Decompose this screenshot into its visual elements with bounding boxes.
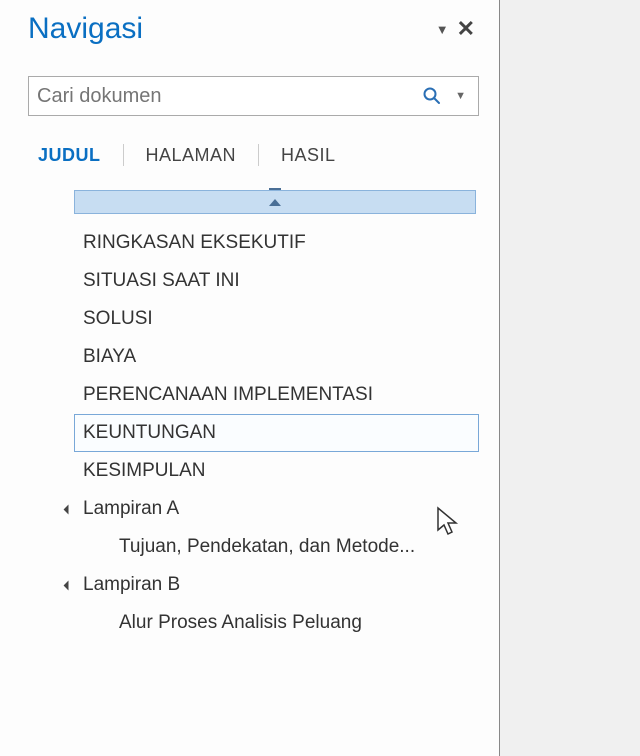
heading-label: KESIMPULAN [83, 460, 205, 482]
search-box[interactable]: ▼ [28, 76, 479, 116]
navigation-pane: Navigasi ▼ ✕ ▼ JUDUL HALAMAN HASIL RINGK… [0, 0, 500, 756]
tab-separator [258, 144, 259, 166]
tab-separator [123, 144, 124, 166]
tab-judul[interactable]: JUDUL [34, 145, 105, 166]
tab-halaman[interactable]: HALAMAN [142, 145, 241, 166]
search-icon[interactable] [421, 85, 443, 107]
pane-header: Navigasi ▼ ✕ [28, 12, 479, 46]
heading-label: SOLUSI [83, 308, 153, 330]
pane-header-controls: ▼ ✕ [436, 18, 475, 40]
heading-item[interactable]: Alur Proses Analisis Peluang [110, 604, 479, 642]
heading-label: KEUNTUNGAN [83, 422, 216, 444]
heading-item[interactable]: BIAYA [74, 338, 479, 376]
nav-tabs: JUDUL HALAMAN HASIL [28, 144, 479, 166]
headings-list: RINGKASAN EKSEKUTIF SITUASI SAAT INI SOL… [28, 190, 479, 642]
collapse-toggle[interactable] [65, 506, 83, 513]
heading-item[interactable]: Lampiran B [74, 566, 479, 604]
heading-label: BIAYA [83, 346, 136, 368]
heading-item[interactable]: Lampiran A [74, 490, 479, 528]
heading-label: SITUASI SAAT INI [83, 270, 240, 292]
heading-label: PERENCANAAN IMPLEMENTASI [83, 384, 373, 406]
heading-label: Lampiran A [83, 498, 179, 520]
heading-item-selected[interactable]: KEUNTUNGAN [74, 414, 479, 452]
heading-item[interactable]: SITUASI SAAT INI [74, 262, 479, 300]
pane-title: Navigasi [28, 12, 143, 46]
pane-options-dropdown[interactable]: ▼ [436, 22, 449, 37]
heading-label: Lampiran B [83, 574, 180, 596]
heading-item[interactable]: KESIMPULAN [74, 452, 479, 490]
go-to-top-button[interactable] [74, 190, 476, 214]
heading-label: Tujuan, Pendekatan, dan Metode... [119, 536, 415, 558]
heading-item[interactable]: SOLUSI [74, 300, 479, 338]
heading-label: RINGKASAN EKSEKUTIF [83, 232, 306, 254]
search-options-dropdown[interactable]: ▼ [451, 90, 470, 102]
close-icon[interactable]: ✕ [457, 18, 475, 40]
search-input[interactable] [37, 85, 421, 108]
collapse-toggle[interactable] [65, 582, 83, 589]
chevron-down-icon [64, 580, 74, 590]
go-to-top-icon [269, 199, 281, 206]
tab-hasil[interactable]: HASIL [277, 145, 340, 166]
heading-item[interactable]: PERENCANAAN IMPLEMENTASI [74, 376, 479, 414]
heading-item[interactable]: Tujuan, Pendekatan, dan Metode... [110, 528, 479, 566]
heading-item[interactable]: RINGKASAN EKSEKUTIF [74, 224, 479, 262]
chevron-down-icon [64, 504, 74, 514]
heading-label: Alur Proses Analisis Peluang [119, 612, 362, 634]
